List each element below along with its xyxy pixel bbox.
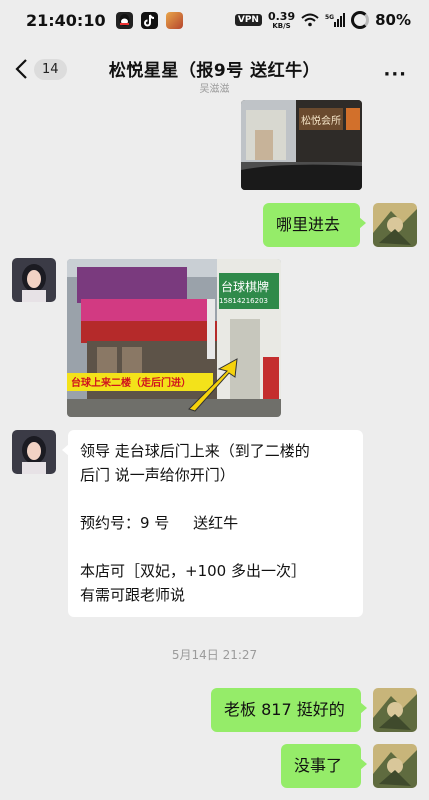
message-text: 老板 817 挺好的 bbox=[224, 700, 345, 719]
qq-icon bbox=[115, 11, 133, 29]
message-text: 哪里进去 bbox=[276, 215, 341, 234]
my-avatar[interactable] bbox=[373, 688, 417, 732]
message-timestamp: 5月14日 21:27 bbox=[171, 648, 258, 662]
battery-percent: 80% bbox=[375, 11, 411, 29]
more-options-button[interactable]: ··· bbox=[383, 64, 407, 85]
avatar-image bbox=[373, 744, 417, 788]
signal-icon: 5G bbox=[325, 13, 346, 27]
directions-photo: 台球棋牌 15814216203 台球上来二楼（走后门进） bbox=[67, 259, 281, 417]
message-bubble-sent[interactable]: 老板 817 挺好的 bbox=[211, 688, 367, 732]
message-bubble-sent[interactable]: 哪里进去 bbox=[263, 203, 366, 247]
contact-avatar[interactable] bbox=[12, 258, 56, 302]
tiktok-icon bbox=[140, 11, 158, 29]
message-bubble-sent[interactable]: 没事了 bbox=[281, 744, 367, 788]
message-bubble-received[interactable]: 领导 走台球后门上来（到了二楼的 后门 说一声给你开门） 预约号：9 号 送红牛… bbox=[62, 430, 363, 617]
my-avatar[interactable] bbox=[373, 744, 417, 788]
message-line: 后门 说一声给你开门） bbox=[80, 466, 235, 484]
status-left: 21:40:10 bbox=[26, 11, 183, 30]
speed-unit: KB/S bbox=[272, 21, 291, 30]
message-text: 没事了 bbox=[294, 756, 343, 775]
avatar-image bbox=[12, 258, 56, 302]
svg-text:5G: 5G bbox=[325, 14, 334, 21]
shop-sign-text: 台球棋牌 bbox=[221, 279, 269, 294]
avatar-image bbox=[373, 688, 417, 732]
avatar-image bbox=[12, 430, 56, 474]
message-line: 预约号：9 号 送红牛 bbox=[80, 514, 239, 532]
image-message-directions[interactable]: 台球棋牌 15814216203 台球上来二楼（走后门进） bbox=[67, 259, 281, 417]
status-bar: 21:40:10 VPN 0.39 KB/S 5G 80% bbox=[0, 0, 429, 40]
shop-phone-text: 15814216203 bbox=[219, 297, 268, 305]
storefront-sign-text: 松悦会所 bbox=[301, 114, 341, 127]
clock: 21:40:10 bbox=[26, 10, 106, 30]
chat-header: 14 松悦星星（报9号 送红牛） 吴滋滋 ··· bbox=[0, 44, 429, 100]
wifi-icon bbox=[301, 13, 319, 27]
image-message-storefront[interactable]: 松悦会所 bbox=[241, 100, 362, 190]
storefront-photo: 松悦会所 bbox=[241, 100, 362, 190]
chat-title: 松悦星星（报9号 送红牛） bbox=[108, 61, 321, 81]
contact-avatar[interactable] bbox=[12, 430, 56, 474]
message-line: 有需可跟老师说 bbox=[80, 586, 186, 604]
battery-icon bbox=[351, 11, 370, 29]
network-speed: 0.39 KB/S bbox=[268, 11, 295, 30]
status-right: VPN 0.39 KB/S 5G 80% bbox=[234, 11, 411, 30]
message-line: 本店可［双妃，+100 多出一次］ bbox=[80, 562, 306, 580]
game-app-icon bbox=[165, 11, 183, 29]
chat-subtitle: 吴滋滋 bbox=[199, 84, 230, 95]
vpn-badge: VPN bbox=[234, 14, 262, 26]
my-avatar[interactable] bbox=[373, 203, 417, 247]
message-line: 领导 走台球后门上来（到了二楼的 bbox=[80, 442, 310, 460]
speed-value: 0.39 bbox=[267, 9, 296, 23]
avatar-image bbox=[373, 203, 417, 247]
directions-caption: 台球上来二楼（走后门进） bbox=[71, 376, 191, 389]
